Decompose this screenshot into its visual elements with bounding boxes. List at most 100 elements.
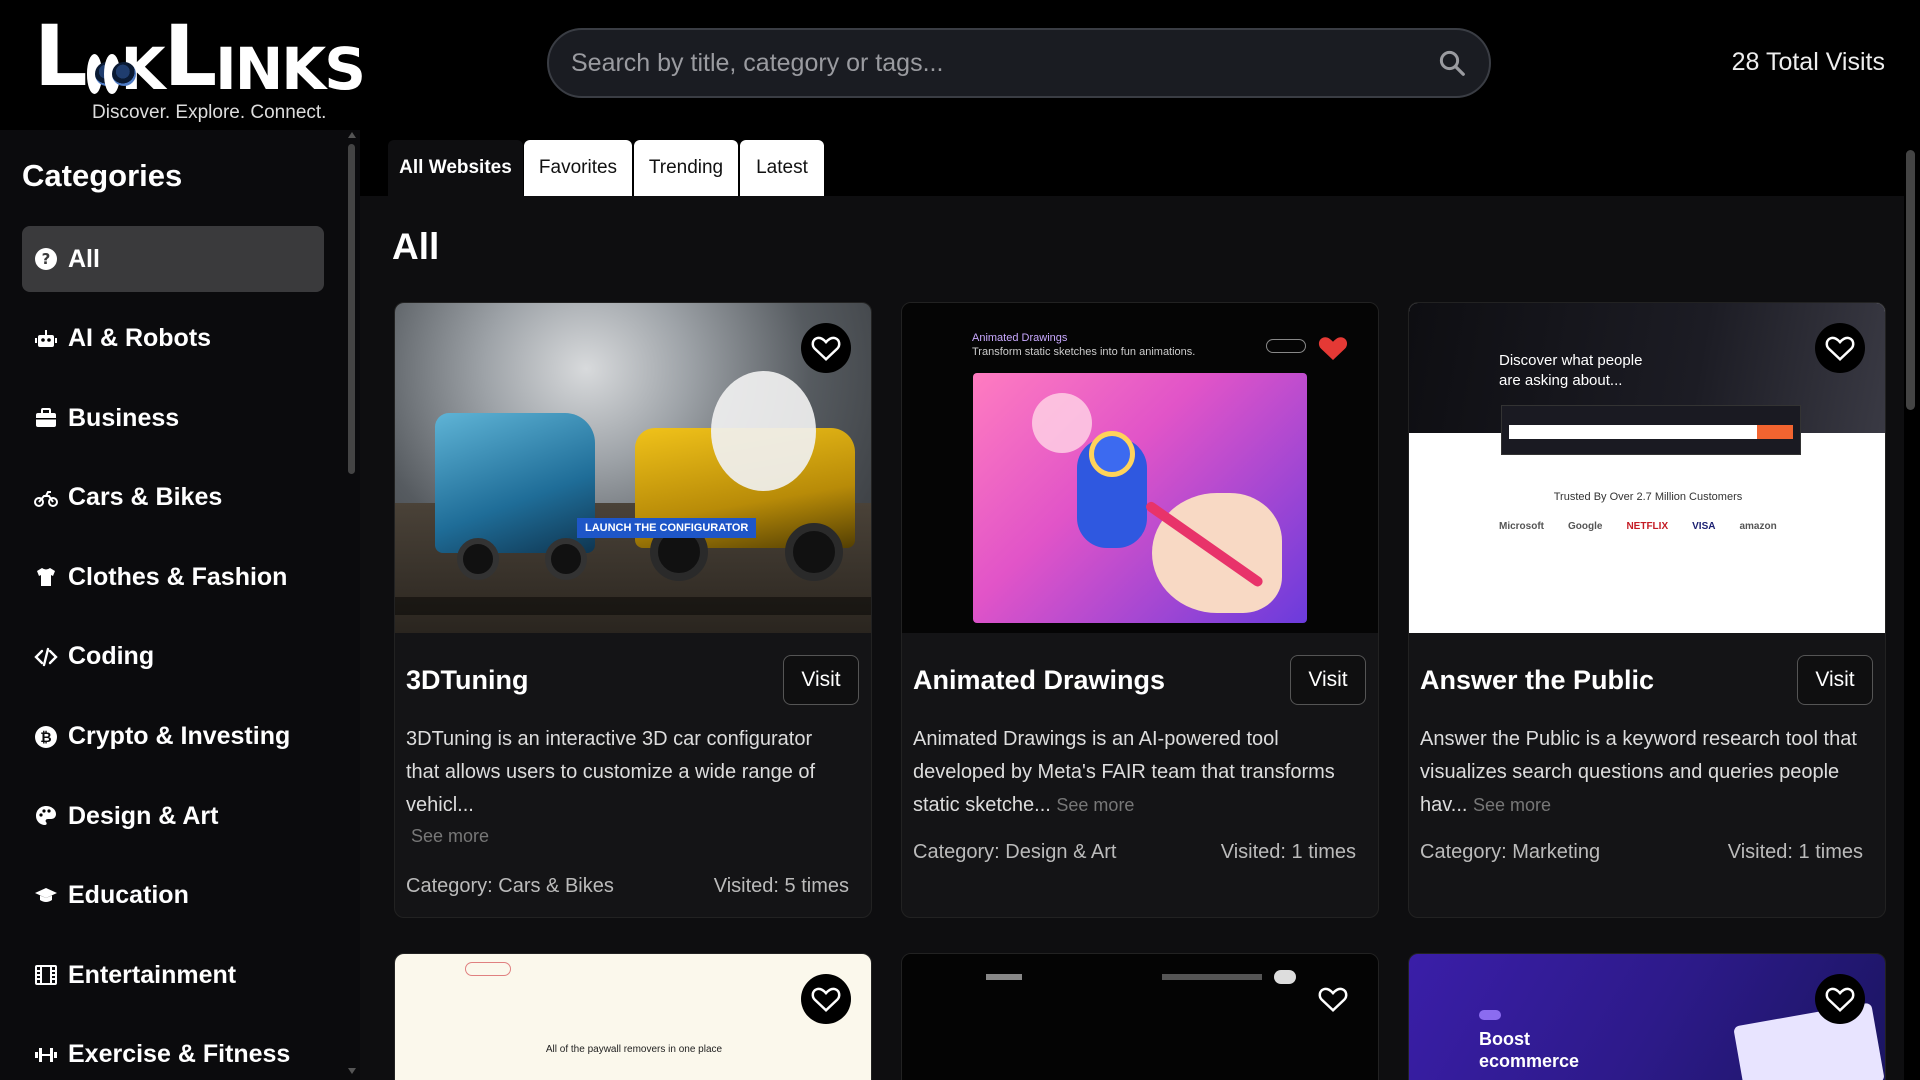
visit-button[interactable]: Visit: [1290, 655, 1366, 705]
website-card: All of the paywall removers in one place: [394, 953, 872, 1080]
section-title: All: [392, 226, 440, 267]
favorite-button[interactable]: [1308, 323, 1358, 373]
category-label: Coding: [68, 642, 155, 671]
search-bar[interactable]: [547, 28, 1491, 98]
thumb-headline: Boost ecommerce: [1479, 1029, 1580, 1071]
card-visited: Visited: 5 times: [713, 875, 849, 897]
category-business[interactable]: Business: [22, 385, 324, 451]
visit-button[interactable]: Visit: [783, 655, 859, 705]
card-meta: Category: Marketing Visited: 1 times: [1420, 841, 1863, 864]
thumb-title: Animated Drawings: [972, 332, 1068, 344]
card-description: 3DTuning is an interactive 3D car config…: [406, 723, 846, 853]
favorite-button[interactable]: [801, 323, 851, 373]
brand-logo: NETFLIX: [1626, 521, 1669, 532]
tab-favorites[interactable]: Favorites: [524, 140, 632, 196]
svg-text:?: ?: [42, 250, 51, 268]
category-clothes-fashion[interactable]: Clothes & Fashion: [22, 544, 324, 610]
bitcoin-icon: ₿: [34, 725, 58, 749]
category-exercise-fitness[interactable]: Exercise & Fitness: [22, 1022, 324, 1080]
card-title: 3DTuning: [406, 665, 529, 695]
robot-icon: [34, 327, 58, 351]
favorite-button[interactable]: [1308, 974, 1358, 1024]
website-card: Discover what people are asking about...…: [1408, 302, 1886, 918]
tab-trending[interactable]: Trending: [634, 140, 738, 196]
sidebar-scroll-up[interactable]: [348, 132, 356, 138]
visit-button[interactable]: Visit: [1797, 655, 1873, 705]
tagline: Discover. Explore. Connect.: [92, 102, 327, 123]
card-description: Answer the Public is a keyword research …: [1420, 723, 1860, 822]
search-icon[interactable]: [1437, 48, 1467, 78]
category-design-art[interactable]: Design & Art: [22, 783, 324, 849]
heart-icon: [1318, 987, 1348, 1012]
card-meta: Category: Cars & Bikes Visited: 5 times: [406, 875, 849, 898]
category-education[interactable]: Education: [22, 863, 324, 929]
brand-logo: VISA: [1692, 521, 1716, 532]
card-title: Answer the Public: [1420, 665, 1655, 695]
card-title: Animated Drawings: [913, 665, 1166, 695]
category-label: Business: [68, 403, 180, 432]
website-card: LAUNCH THE CONFIGURATOR 3DTuning Visit 3…: [394, 302, 872, 918]
tab-bar: All Websites Favorites Trending Latest: [360, 130, 1906, 196]
tab-all-websites[interactable]: All Websites: [388, 140, 523, 196]
website-card: Animated Drawings Transform static sketc…: [901, 302, 1379, 918]
eye-icon: [86, 54, 118, 94]
app-logo[interactable]: L K L INKS Discover. Explore. Connect.: [34, 7, 366, 126]
category-label: All: [68, 244, 100, 273]
heart-filled-icon: [1318, 337, 1348, 360]
see-more-link[interactable]: See more: [1056, 795, 1134, 815]
logo-wordmark: L K L INKS: [34, 7, 366, 105]
question-circle-icon: ?: [34, 247, 58, 271]
category-label: AI & Robots: [68, 324, 212, 353]
category-crypto-investing[interactable]: ₿ Crypto & Investing: [22, 704, 324, 770]
card-thumbnail[interactable]: All of the paywall removers in one place: [395, 954, 871, 1080]
thumb-subtitle: Transform static sketches into fun anima…: [972, 346, 1196, 358]
card-category: Category: Design & Art: [913, 841, 1117, 863]
heart-icon: [811, 987, 841, 1012]
category-coding[interactable]: Coding: [22, 624, 324, 690]
eye-icon: [104, 54, 136, 94]
main-scrollbar-thumb[interactable]: [1906, 150, 1915, 410]
brand-logo: amazon: [1739, 521, 1777, 532]
category-ai-robots[interactable]: AI & Robots: [22, 306, 324, 372]
sidebar-title: Categories: [22, 158, 183, 193]
card-meta: Category: Design & Art Visited: 1 times: [913, 841, 1356, 864]
card-description: Animated Drawings is an AI-powered tool …: [913, 723, 1353, 822]
brand-logo: Microsoft: [1499, 521, 1544, 532]
thumb-banner: LAUNCH THE CONFIGURATOR: [577, 518, 757, 538]
see-more-link[interactable]: See more: [411, 820, 846, 853]
graduation-cap-icon: [34, 884, 58, 908]
briefcase-icon: [34, 406, 58, 430]
sidebar-scrollbar[interactable]: [348, 144, 355, 474]
category-label: Clothes & Fashion: [68, 562, 288, 591]
card-thumbnail[interactable]: [902, 954, 1378, 1080]
category-label: Cars & Bikes: [68, 483, 223, 512]
category-all[interactable]: ? All: [22, 226, 324, 292]
palette-icon: [34, 804, 58, 828]
sidebar-scroll-down[interactable]: [348, 1068, 356, 1074]
category-list: ? All AI & Robots Business Cars & Bikes …: [22, 226, 324, 1080]
see-more-link[interactable]: See more: [1473, 795, 1551, 815]
category-label: Education: [68, 881, 189, 910]
svg-text:₿: ₿: [40, 730, 51, 746]
heart-icon: [811, 336, 841, 361]
card-category: Category: Cars & Bikes: [406, 875, 614, 897]
card-category: Category: Marketing: [1420, 841, 1601, 863]
favorite-button[interactable]: [1815, 323, 1865, 373]
favorite-button[interactable]: [1815, 974, 1865, 1024]
category-label: Exercise & Fitness: [68, 1040, 291, 1069]
category-cars-bikes[interactable]: Cars & Bikes: [22, 465, 324, 531]
card-thumbnail[interactable]: Boost ecommerce: [1409, 954, 1885, 1080]
category-label: Crypto & Investing: [68, 722, 291, 751]
heart-icon: [1825, 336, 1855, 361]
card-visited: Visited: 1 times: [1727, 841, 1863, 863]
search-input[interactable]: [571, 48, 1437, 78]
category-entertainment[interactable]: Entertainment: [22, 942, 324, 1008]
heart-icon: [1825, 987, 1855, 1012]
favorite-button[interactable]: [801, 974, 851, 1024]
tab-latest[interactable]: Latest: [740, 140, 824, 196]
thumb-headline: Discover what people are asking about...: [1499, 352, 1643, 389]
website-card: Boost ecommerce: [1408, 953, 1886, 1080]
brand-logo: Google: [1568, 521, 1603, 532]
thumb-brand-logos: Microsoft Google NETFLIX VISA amazon: [1499, 521, 1799, 532]
thumb-trusted: Trusted By Over 2.7 Million Customers: [1553, 491, 1743, 503]
